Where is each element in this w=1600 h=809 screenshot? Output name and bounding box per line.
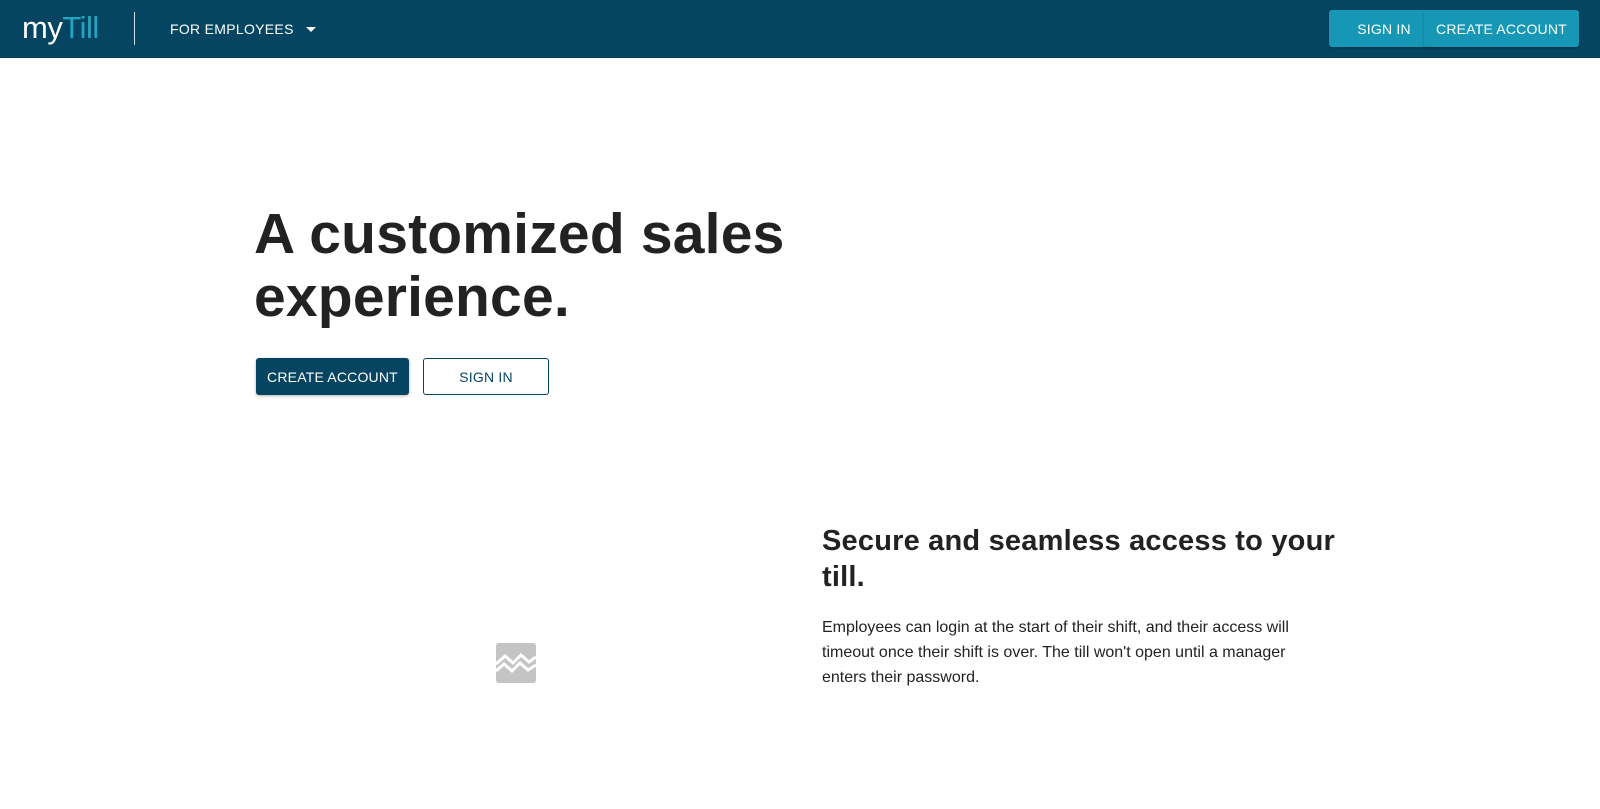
caret-down-icon [305,26,316,32]
top-navigation-bar: myTill FOR EMPLOYEES SIGN IN CREATE ACCO… [0,0,1600,58]
logo-text-my: my [22,10,63,45]
hero-title-line-1: A customized sales [254,202,785,266]
for-employees-menu-label: FOR EMPLOYEES [170,21,294,37]
hero-title-line-2: experience. [254,265,570,329]
for-employees-menu[interactable]: FOR EMPLOYEES [170,18,316,40]
mytill-logo[interactable]: myTill [22,9,99,47]
feature-title: Secure and seamless access to your till. [822,525,1335,593]
nav-divider [134,12,135,45]
header-create-account-button[interactable]: CREATE ACCOUNT [1424,10,1579,47]
header-sign-in-button[interactable]: SIGN IN [1329,10,1439,47]
hero-create-account-button[interactable]: CREATE ACCOUNT [256,358,409,395]
hero-title: A customized sales experience. [254,203,874,329]
broken-image-icon [496,643,536,683]
hero-sign-in-button[interactable]: SIGN IN [423,358,549,395]
logo-text-till: Till [62,10,99,45]
feature-description: Employees can login at the start of thei… [822,619,1289,686]
